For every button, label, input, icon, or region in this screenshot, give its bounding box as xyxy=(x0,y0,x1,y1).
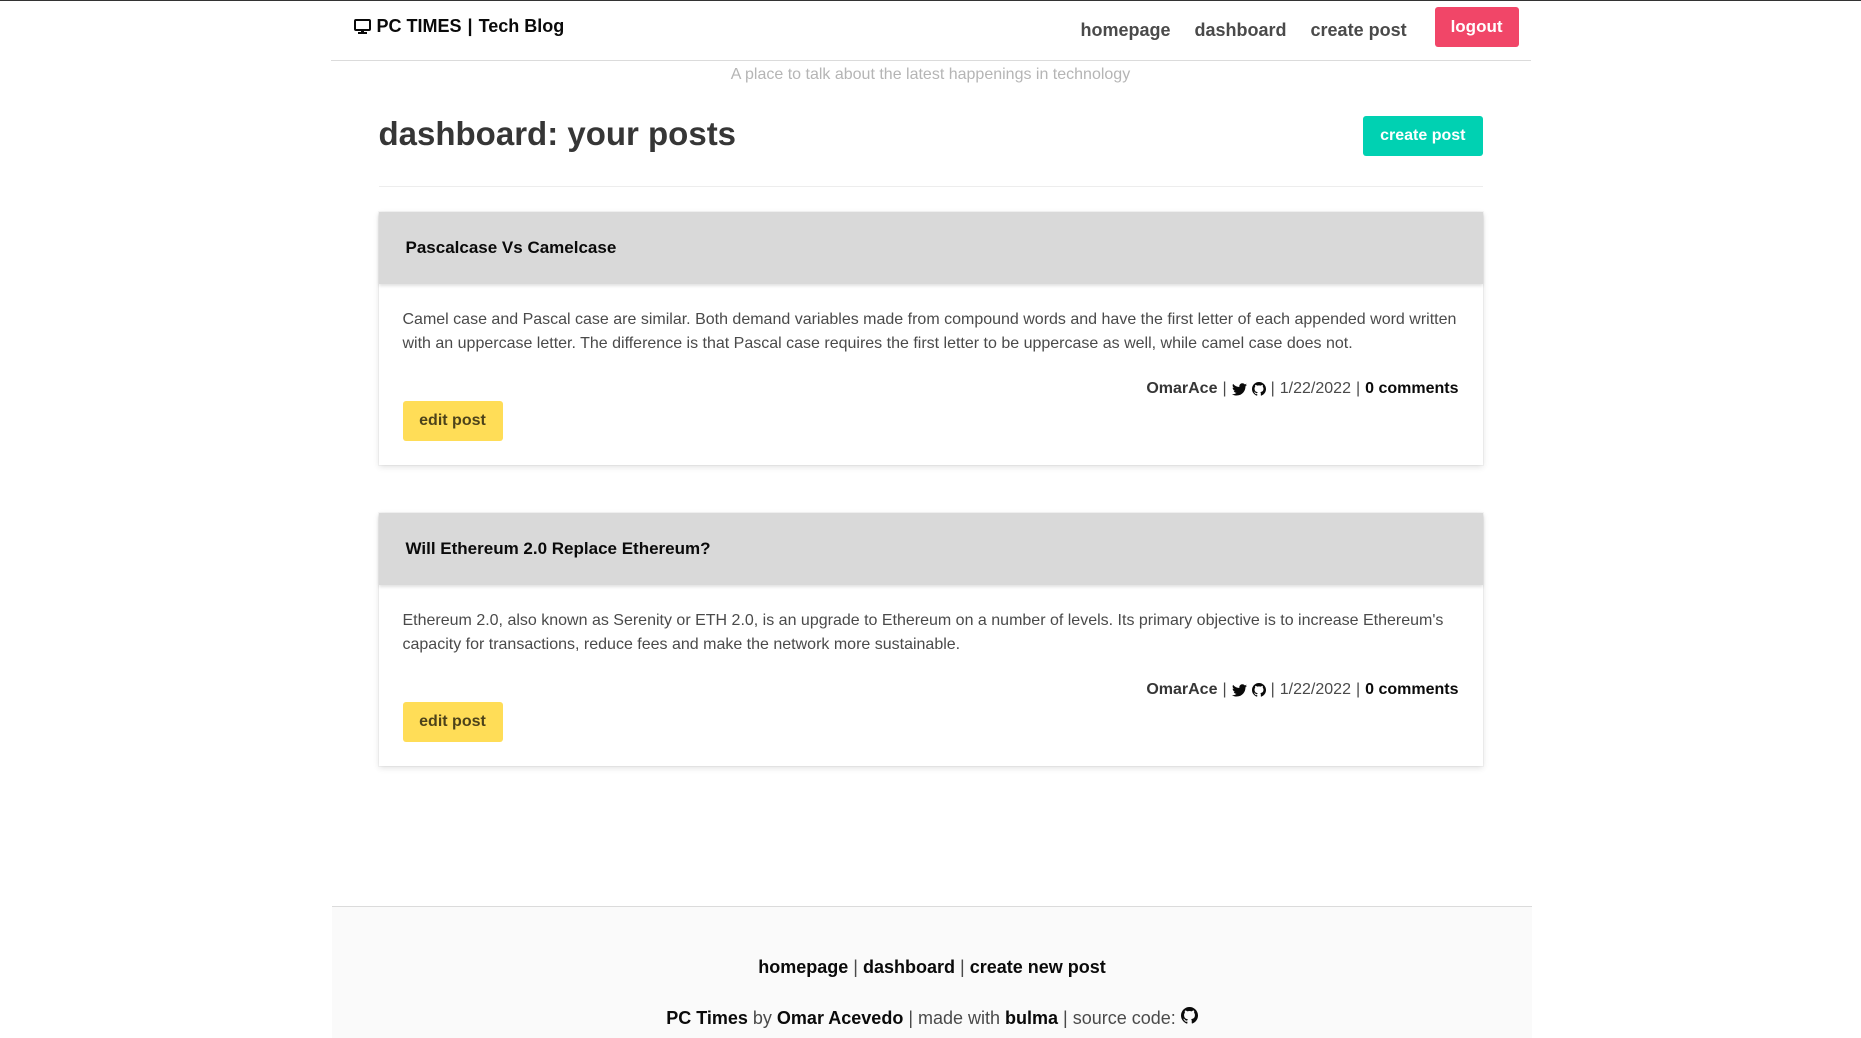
footer-homepage-link[interactable]: homepage xyxy=(758,957,848,977)
post-comments-link[interactable]: 0 comments xyxy=(1365,380,1458,398)
twitter-icon[interactable] xyxy=(1231,683,1247,697)
footer-made-with-text: | made with xyxy=(908,1007,1001,1028)
post-card: Pascalcase Vs Camelcase Camel case and P… xyxy=(378,212,1483,465)
nav-create-post-link[interactable]: create post xyxy=(1311,20,1407,41)
brand-separator: | xyxy=(467,16,473,36)
footer-links: homepage | dashboard | create new post xyxy=(332,957,1532,978)
create-post-button[interactable]: create post xyxy=(1363,116,1483,156)
post-body: Camel case and Pascal case are similar. … xyxy=(379,284,1483,465)
nav-homepage-link[interactable]: homepage xyxy=(1080,20,1170,41)
page-title: dashboard: your posts xyxy=(378,115,737,152)
post-comments-link[interactable]: 0 comments xyxy=(1365,681,1458,699)
site-tagline: A place to talk about the latest happeni… xyxy=(730,66,1131,83)
nav-dashboard-link[interactable]: dashboard xyxy=(1195,20,1287,41)
meta-separator: | xyxy=(1270,380,1275,397)
page-container: PC TIMES | Tech Blog homepage dashboard … xyxy=(330,1,1531,766)
post-title[interactable]: Will Ethereum 2.0 Replace Ethereum? xyxy=(378,513,1483,585)
post-author: OmarAce xyxy=(1146,380,1218,397)
footer: homepage | dashboard | create new post P… xyxy=(332,906,1532,1038)
post-meta: OmarAce | | 1/22/2022 | 0 comments xyxy=(403,681,1458,699)
edit-post-button[interactable]: edit post xyxy=(402,401,503,441)
nav-links: homepage dashboard create post logout xyxy=(1056,7,1519,47)
footer-by-text: by xyxy=(752,1007,772,1028)
footer-bulma-link[interactable]: bulma xyxy=(1005,1008,1058,1029)
brand-name: PC TIMES xyxy=(376,16,462,36)
navbar: PC TIMES | Tech Blog homepage dashboard … xyxy=(330,1,1531,61)
meta-separator: | xyxy=(1355,681,1361,698)
meta-separator: | xyxy=(1222,681,1227,698)
post-content: Camel case and Pascal case are similar. … xyxy=(402,311,1457,352)
post-title[interactable]: Pascalcase Vs Camelcase xyxy=(378,212,1483,284)
post-date: 1/22/2022 xyxy=(1279,681,1351,698)
post-card: Will Ethereum 2.0 Replace Ethereum? Ethe… xyxy=(378,513,1483,766)
footer-separator: | xyxy=(960,957,965,977)
brand[interactable]: PC TIMES | Tech Blog xyxy=(353,16,565,37)
post-date: 1/22/2022 xyxy=(1279,380,1351,397)
meta-separator: | xyxy=(1355,380,1361,397)
footer-separator: | xyxy=(853,957,858,977)
post-meta: OmarAce | | 1/22/2022 | 0 comments xyxy=(403,380,1458,398)
footer-create-new-post-link[interactable]: create new post xyxy=(970,957,1106,977)
edit-post-button[interactable]: edit post xyxy=(402,702,503,742)
brand-subtitle: Tech Blog xyxy=(478,16,565,36)
post-content: Ethereum 2.0, also known as Serenity or … xyxy=(402,612,1444,653)
post-author: OmarAce xyxy=(1146,681,1218,698)
dashboard-main: dashboard: your posts create post Pascal… xyxy=(378,112,1483,766)
dashboard-header: dashboard: your posts create post xyxy=(378,112,1483,187)
monitor-icon xyxy=(353,19,371,34)
meta-separator: | xyxy=(1222,380,1227,397)
github-icon[interactable] xyxy=(1251,382,1266,396)
post-body: Ethereum 2.0, also known as Serenity or … xyxy=(379,585,1483,766)
footer-dashboard-link[interactable]: dashboard xyxy=(863,957,955,977)
logout-button[interactable]: logout xyxy=(1434,7,1519,47)
footer-credits: PC Times by Omar Acevedo | made with bul… xyxy=(332,1007,1532,1029)
github-icon[interactable] xyxy=(1180,1007,1198,1029)
github-icon[interactable] xyxy=(1251,683,1266,697)
footer-site-name: PC Times xyxy=(666,1007,748,1028)
twitter-icon[interactable] xyxy=(1231,382,1247,396)
footer-author-link[interactable]: Omar Acevedo xyxy=(777,1008,903,1029)
meta-separator: | xyxy=(1270,681,1275,698)
footer-source-text: | source code: xyxy=(1063,1007,1176,1028)
